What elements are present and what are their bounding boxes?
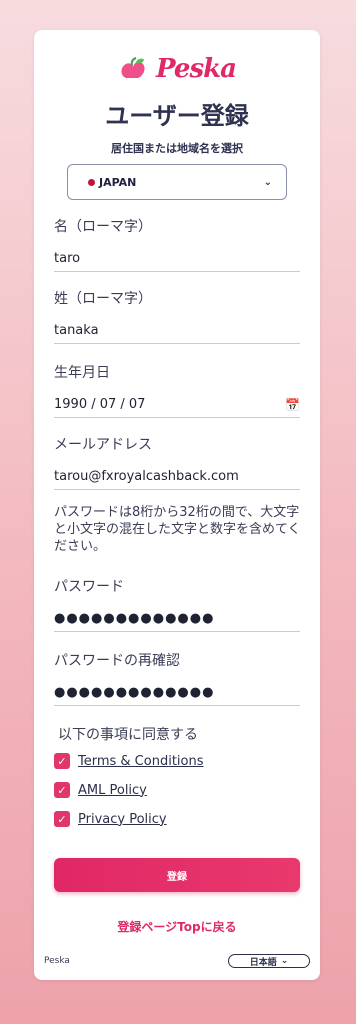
page-title: ユーザー登録 xyxy=(105,102,249,130)
terms-link[interactable]: Terms & Conditions xyxy=(78,754,204,769)
aml-link[interactable]: AML Policy xyxy=(78,783,147,798)
last-name-label: 姓（ローマ字） xyxy=(54,291,152,307)
birthdate-value: 1990 / 07 / 07 xyxy=(54,397,146,412)
email-input[interactable]: tarou@fxroyalcashback.com xyxy=(54,464,300,490)
first-name-label: 名（ローマ字） xyxy=(54,219,152,235)
first-name-input[interactable]: taro xyxy=(54,246,300,272)
privacy-link[interactable]: Privacy Policy xyxy=(78,812,167,827)
birthdate-input[interactable]: 1990 / 07 / 07 📅 xyxy=(54,392,300,418)
agreement-terms: ✓ Terms & Conditions xyxy=(54,753,204,769)
email-field: メールアドレス tarou@fxroyalcashback.com xyxy=(54,434,300,490)
password-confirm-input[interactable]: ●●●●●●●●●●●●● xyxy=(54,680,300,706)
agreement-aml: ✓ AML Policy xyxy=(54,782,147,798)
agreements-title: 以下の事項に同意する xyxy=(58,727,198,743)
terms-checkbox[interactable]: ✓ xyxy=(54,753,70,769)
chevron-down-icon: ⌄ xyxy=(263,176,272,188)
birthdate-field: 生年月日 1990 / 07 / 07 📅 xyxy=(54,362,300,418)
password-field: パスワード ●●●●●●●●●●●●● xyxy=(54,576,300,632)
last-name-field: 姓（ローマ字） tanaka xyxy=(54,288,300,344)
calendar-icon[interactable]: 📅 xyxy=(285,398,300,412)
registration-card: Peska ユーザー登録 居住国または地域名を選択 JAPAN ⌄ 名（ローマ字… xyxy=(34,30,320,980)
register-button[interactable]: 登録 xyxy=(54,858,300,892)
peach-icon xyxy=(121,57,145,78)
japan-flag-icon xyxy=(88,178,95,186)
last-name-input[interactable]: tanaka xyxy=(54,318,300,344)
country-select-value: JAPAN xyxy=(99,175,137,189)
aml-checkbox[interactable]: ✓ xyxy=(54,782,70,798)
password-confirm-field: パスワードの再確認 ●●●●●●●●●●●●● xyxy=(54,650,300,706)
footer-brand: Peska xyxy=(44,956,70,966)
back-to-top-link[interactable]: 登録ページTopに戻る xyxy=(34,918,320,935)
privacy-checkbox[interactable]: ✓ xyxy=(54,811,70,827)
agreement-privacy: ✓ Privacy Policy xyxy=(54,811,167,827)
language-select-value: 日本語 xyxy=(249,957,277,968)
brand-logo: Peska xyxy=(34,54,320,84)
language-select[interactable]: 日本語 ⌄ xyxy=(228,954,310,968)
password-notice: パスワードは8桁から32桁の間で、大文字と小文字の混在した文字と数字を含めてくだ… xyxy=(54,505,301,554)
brand-logo-text: Peska xyxy=(156,54,237,84)
password-input[interactable]: ●●●●●●●●●●●●● xyxy=(54,606,300,632)
first-name-field: 名（ローマ字） taro xyxy=(54,216,300,272)
password-confirm-label: パスワードの再確認 xyxy=(54,653,180,669)
email-label: メールアドレス xyxy=(54,437,152,453)
password-label: パスワード xyxy=(54,579,124,595)
birthdate-label: 生年月日 xyxy=(54,365,110,381)
country-select[interactable]: JAPAN ⌄ xyxy=(67,164,287,200)
country-prompt: 居住国または地域名を選択 xyxy=(111,142,243,155)
chevron-down-icon: ⌄ xyxy=(280,956,289,966)
